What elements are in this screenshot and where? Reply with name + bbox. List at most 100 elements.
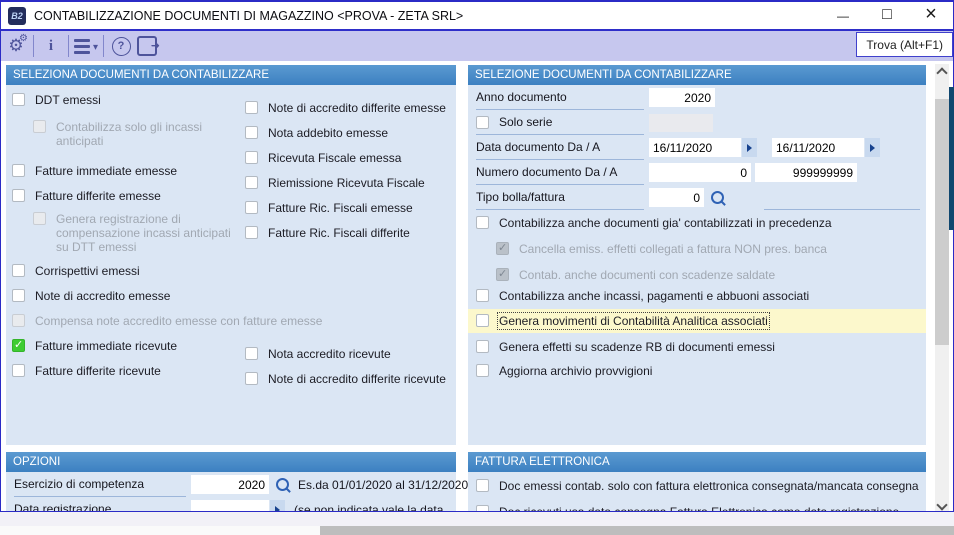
field-label: Tipo bolla/fattura (476, 185, 644, 210)
background-window-edge (949, 87, 954, 230)
checkbox-row-note-accr-diff-emesse: Note di accredito differite emesse (239, 101, 455, 115)
checkbox[interactable] (245, 372, 258, 385)
checkbox-row-cancella-emiss-effetti: Cancella emiss. effetti collegati a fatt… (468, 241, 926, 256)
checkbox[interactable] (245, 226, 258, 239)
checkbox-label: Riemissione Ricevuta Fiscale (268, 176, 425, 190)
field-label: Esercizio di competenza (14, 472, 186, 497)
exit-icon[interactable] (134, 33, 160, 59)
checkbox[interactable] (476, 364, 489, 377)
checkbox-label: Fatture Ric. Fiscali differite (268, 226, 410, 240)
data-registrazione-note: (se non indicata vale la data (294, 502, 444, 512)
scrollbar-thumb[interactable] (935, 99, 949, 345)
toolbar-divider (68, 35, 69, 57)
field-row-anno-documento: Anno documento (468, 85, 926, 110)
field-row-data-documento: Data documento Da / A (468, 135, 926, 160)
seleziona-right-column: Note di accredito differite emesse Nota … (239, 93, 455, 386)
scroll-down-icon[interactable] (935, 499, 949, 511)
panel-header: OPZIONI (6, 452, 456, 472)
checkbox-label: Genera movimenti di Contabilità Analitic… (497, 312, 770, 330)
maximize-icon[interactable] (865, 2, 909, 29)
checkbox[interactable] (12, 164, 25, 177)
app-icon-label: B2 (11, 10, 23, 21)
panel-selezione-documenti: SELEZIONE DOCUMENTI DA CONTABILIZZARE An… (468, 65, 926, 445)
calendar-arrow-icon[interactable] (742, 138, 757, 157)
esercizio-input[interactable] (191, 475, 269, 494)
checkbox-label: Contabilizza solo gli incassi anticipati (56, 120, 203, 148)
checkbox[interactable] (245, 176, 258, 189)
esercizio-range-note: Es.da 01/01/2020 al 31/12/2020 (298, 477, 469, 492)
field-label: Anno documento (476, 85, 644, 110)
checkbox[interactable] (476, 216, 489, 229)
app-window: B2 CONTABILIZZAZIONE DOCUMENTI DI MAGAZZ… (0, 0, 954, 512)
solo-serie-checkbox[interactable] (476, 115, 489, 129)
checkbox[interactable] (476, 314, 489, 327)
tipo-bolla-input[interactable] (649, 188, 704, 207)
checkbox-label: Genera effetti su scadenze RB di documen… (499, 340, 775, 354)
checkbox[interactable] (245, 201, 258, 214)
desktop-strip (0, 512, 954, 535)
checkbox[interactable] (12, 364, 25, 377)
panel-header: FATTURA ELETTRONICA (468, 452, 926, 472)
field-label: Data registrazione (14, 497, 186, 511)
checkbox (33, 212, 46, 225)
vertical-scrollbar[interactable] (935, 64, 949, 511)
hamburger-icon (73, 38, 90, 54)
settings-gear-icon[interactable] (3, 33, 29, 59)
checkbox[interactable] (12, 93, 25, 106)
numero-a-input[interactable] (755, 163, 857, 182)
checkbox[interactable] (12, 264, 25, 277)
checkbox[interactable] (476, 479, 489, 492)
checkbox[interactable] (12, 338, 25, 352)
field-row-solo-serie: Solo serie (468, 110, 926, 135)
checkbox[interactable] (12, 189, 25, 202)
checkbox[interactable] (476, 289, 489, 302)
close-icon[interactable] (909, 2, 953, 29)
checkbox-row-doc-ricevuti-fe: Doc ricevuti usa data consegna Fattura E… (468, 505, 926, 511)
checkbox[interactable] (245, 126, 258, 139)
calendar-arrow-icon[interactable] (270, 500, 285, 511)
scroll-up-icon[interactable] (935, 64, 949, 79)
checkbox-label: Note di accredito differite emesse (268, 101, 446, 115)
checkbox-row-fatture-ric-fiscali-differite: Fatture Ric. Fiscali differite (239, 226, 455, 240)
search-icon[interactable] (276, 478, 289, 491)
find-button[interactable]: Trova (Alt+F1) (856, 32, 953, 57)
calendar-arrow-icon[interactable] (865, 138, 880, 157)
checkbox-label: Note di accredito emesse (35, 289, 171, 303)
info-icon[interactable] (38, 33, 64, 59)
checkbox-label: Fatture Ric. Fiscali emesse (268, 201, 413, 215)
checkbox-row-contab-scadenze-saldate: Contab. anche documenti con scadenze sal… (468, 267, 926, 282)
checkbox-row-effetti-scadenze-rb: Genera effetti su scadenze RB di documen… (468, 340, 926, 354)
numero-da-input[interactable] (649, 163, 751, 182)
checkbox-label: Aggiorna archivio provvigioni (499, 364, 653, 378)
help-icon[interactable] (108, 33, 134, 59)
data-da-input[interactable] (649, 138, 741, 157)
checkbox-label: Ricevuta Fiscale emessa (268, 151, 402, 165)
chevron-down-icon (93, 37, 98, 55)
checkbox[interactable] (476, 340, 489, 353)
checkbox-label: Fatture differite ricevute (35, 364, 161, 378)
checkbox-label: Contabilizza anche incassi, pagamenti e … (499, 289, 810, 303)
checkbox-label: Genera registrazione di compensazione in… (56, 212, 231, 254)
checkbox-row-nota-addebito-emesse: Nota addebito emesse (239, 126, 455, 140)
checkbox[interactable] (476, 505, 489, 511)
anno-documento-input[interactable] (649, 88, 715, 107)
checkbox[interactable] (245, 347, 258, 360)
window-content: SELEZIONA DOCUMENTI DA CONTABILIZZARE DD… (1, 61, 953, 512)
search-icon[interactable] (711, 191, 724, 204)
panel-header: SELEZIONE DOCUMENTI DA CONTABILIZZARE (468, 65, 926, 85)
menu-list-icon[interactable] (73, 33, 99, 59)
panel-seleziona-documenti: SELEZIONA DOCUMENTI DA CONTABILIZZARE DD… (6, 65, 456, 445)
field-row-data-registrazione: Data registrazione (se non indicata vale… (6, 497, 456, 512)
checkbox[interactable] (245, 151, 258, 164)
minimize-icon[interactable] (821, 2, 865, 29)
data-a-input[interactable] (772, 138, 864, 157)
checkbox[interactable] (245, 101, 258, 114)
toolbar-divider (33, 35, 34, 57)
checkbox[interactable] (12, 289, 25, 302)
checkbox-row-aggiorna-provvigioni: Aggiorna archivio provvigioni (468, 364, 926, 378)
data-registrazione-input[interactable] (191, 500, 269, 511)
selezione-options: Contabilizza anche documenti gia' contab… (468, 216, 926, 378)
checkbox-row-nota-accredito-ricevute: Nota accredito ricevute (239, 347, 455, 361)
checkbox-label: Nota addebito emesse (268, 126, 389, 140)
panel-opzioni: OPZIONI Esercizio di competenza Es.da 01… (6, 452, 468, 512)
